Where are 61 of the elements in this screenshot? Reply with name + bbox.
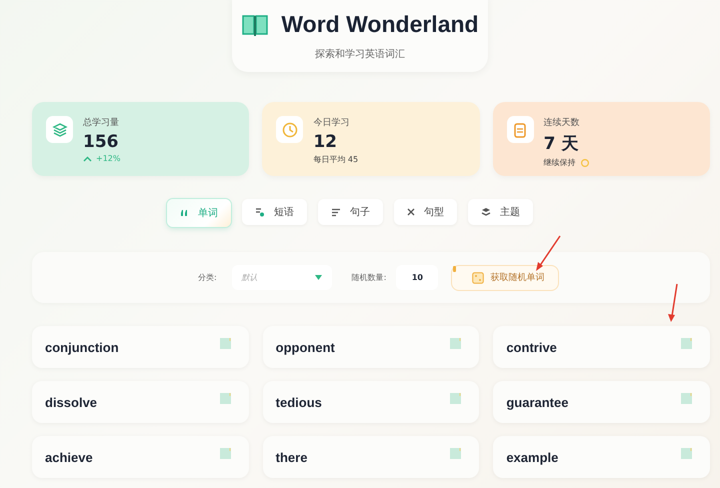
category-tab[interactable]: 短语 [242, 199, 307, 225]
bookmark-icon[interactable] [681, 338, 692, 349]
bookmark-icon[interactable] [220, 338, 231, 349]
dropdown-caret-icon [314, 275, 322, 280]
count-label: 随机数量: [352, 272, 386, 283]
stat-label: 今日学习 [313, 116, 350, 129]
word-text: guarantee [506, 395, 568, 410]
word-card[interactable]: opponent [262, 326, 480, 368]
count-field[interactable]: 10 [396, 265, 438, 290]
layers-icon [52, 122, 68, 138]
word-card[interactable]: conjunction [32, 326, 249, 368]
stat-label: 连续天数 [544, 116, 581, 129]
word-card[interactable]: example [493, 436, 710, 478]
annotation-arrow [666, 282, 680, 324]
random-words-button[interactable]: 获取随机单词 [451, 264, 560, 290]
word-text: achieve [45, 450, 93, 465]
word-text: example [506, 450, 558, 465]
stat-note: +12% [96, 154, 120, 163]
word-card[interactable]: tedious [262, 381, 480, 423]
stack-icon [481, 207, 491, 217]
word-text: dissolve [45, 395, 98, 410]
word-card[interactable]: dissolve [32, 381, 249, 423]
stat-note: 每日平均 45 [313, 154, 358, 165]
list-dot-icon [255, 207, 265, 217]
up-chevron-icon [83, 156, 92, 162]
quote-icon [180, 210, 189, 216]
jar-icon [514, 122, 526, 138]
stat-label: 总学习量 [83, 116, 120, 129]
text-lines-icon [331, 208, 341, 216]
category-label: 分类: [198, 272, 217, 283]
bookmark-icon[interactable] [450, 338, 462, 349]
word-card[interactable]: achieve [32, 436, 249, 478]
category-tab[interactable]: 句型 [394, 199, 457, 225]
bookmark-icon[interactable] [220, 448, 231, 459]
word-text: contrive [506, 340, 557, 355]
dice-icon [472, 272, 484, 284]
bookmark-icon[interactable] [681, 448, 692, 459]
word-text: conjunction [45, 340, 119, 355]
word-card[interactable]: guarantee [493, 381, 710, 423]
stat-value: 156 [83, 132, 120, 152]
app-subtitle: 探索和学习英语词汇 [315, 48, 405, 61]
word-text: tedious [276, 395, 322, 410]
word-text: opponent [276, 340, 335, 355]
stat-note: 继续保持 [544, 157, 576, 168]
app-title: Word Wonderland [281, 11, 479, 38]
word-card[interactable]: contrive [493, 326, 710, 368]
word-text: there [276, 450, 308, 465]
annotation-arrow [533, 234, 563, 274]
sun-icon [580, 158, 590, 168]
bookmark-icon[interactable] [681, 393, 692, 404]
category-tab[interactable]: 主题 [468, 199, 533, 225]
stat-value: 12 [313, 132, 338, 152]
clock-icon [282, 122, 298, 138]
bookmark-icon[interactable] [220, 393, 231, 404]
cross-icon [407, 208, 415, 216]
word-card[interactable]: there [262, 436, 480, 478]
bookmark-tag-icon [453, 266, 456, 272]
bookmark-icon[interactable] [450, 448, 462, 459]
stat-value: 7 天 [544, 133, 580, 155]
bookmark-icon[interactable] [450, 393, 462, 404]
category-tab[interactable]: 句子 [318, 199, 383, 225]
